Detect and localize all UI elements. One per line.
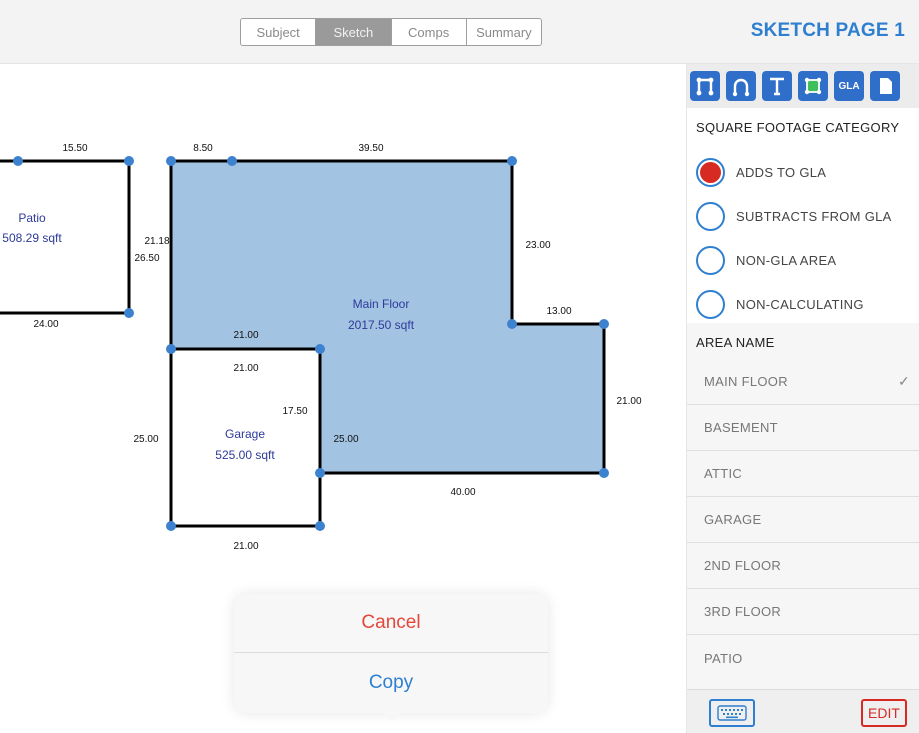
tab-comps[interactable]: Comps (392, 19, 467, 45)
category-label: NON-GLA AREA (736, 252, 837, 268)
area-item-2nd-floor[interactable]: 2ND FLOOR (687, 543, 919, 589)
area-item-label: 2ND FLOOR (704, 558, 782, 573)
tab-sketch[interactable]: Sketch (316, 19, 392, 45)
panel-bottom-bar: EDIT (687, 689, 919, 733)
tool-bar: GLA (687, 64, 919, 108)
area-item-patio[interactable]: PATIO (687, 635, 919, 681)
dim-patio-bottom: 24.00 (33, 319, 58, 330)
room-name-main-floor: Main Floor (353, 297, 410, 311)
page-icon[interactable] (870, 71, 900, 101)
area-item-label: GARAGE (704, 512, 762, 527)
dim-garage-top-inner: 21.00 (233, 363, 258, 374)
category-option-subtracts-from-gla[interactable]: SUBTRACTS FROM GLA (687, 194, 919, 238)
dim-main-top-b: 39.50 (358, 143, 383, 154)
dim-patio-top: 15.50 (62, 143, 87, 154)
arc-tool-icon[interactable] (726, 71, 756, 101)
radio-selected-icon[interactable] (696, 157, 725, 187)
dim-main-top-a: 8.50 (193, 143, 213, 154)
properties-panel: GLA SQUARE FOOTAGE CATEGORY ADDS TO GLA … (686, 64, 919, 733)
copy-button[interactable]: Copy (234, 653, 548, 712)
room-name-patio: Patio (18, 211, 46, 225)
category-label: NON-CALCULATING (736, 296, 864, 312)
area-item-label: MAIN FLOOR (704, 374, 788, 389)
dim-main-right-upper: 23.00 (525, 240, 550, 251)
area-item-3rd-floor[interactable]: 3RD FLOOR (687, 589, 919, 635)
polyline-tool-icon[interactable] (690, 71, 720, 101)
top-bar: Subject Sketch Comps Summary SKETCH PAGE… (0, 0, 919, 64)
cancel-button[interactable]: Cancel (234, 594, 548, 653)
dim-main-step: 13.00 (546, 306, 571, 317)
area-item-basement[interactable]: BASEMENT (687, 405, 919, 451)
category-option-non-calculating[interactable]: NON-CALCULATING (687, 282, 919, 326)
area-tool-icon[interactable] (798, 71, 828, 101)
category-section-title: SQUARE FOOTAGE CATEGORY (696, 120, 900, 135)
area-item-label: 3RD FLOOR (704, 604, 782, 619)
text-tool-icon[interactable] (762, 71, 792, 101)
dim-garage-right: 17.50 (282, 406, 307, 417)
edit-button[interactable]: EDIT (861, 699, 907, 727)
dim-main-right-lower: 21.00 (616, 396, 641, 407)
category-label: ADDS TO GLA (736, 164, 827, 180)
area-section-title: AREA NAME (696, 335, 775, 350)
category-option-non-gla-area[interactable]: NON-GLA AREA (687, 238, 919, 282)
category-option-adds-to-gla[interactable]: ADDS TO GLA (687, 150, 919, 194)
dim-main-bottom: 40.00 (450, 487, 475, 498)
gla-tool-button[interactable]: GLA (834, 71, 864, 101)
room-name-garage: Garage (225, 427, 265, 441)
area-item-main-floor[interactable]: MAIN FLOOR ✓ (687, 359, 919, 405)
action-sheet: Cancel Copy (234, 594, 548, 722)
category-label: SUBTRACTS FROM GLA (736, 208, 892, 224)
area-item-label: ATTIC (704, 466, 743, 481)
dim-patio-right-a: 21.18 (144, 236, 169, 247)
dim-garage-bottom: 21.00 (233, 541, 258, 552)
room-area-garage: 525.00 sqft (215, 448, 275, 462)
area-item-label: PATIO (704, 650, 743, 666)
area-item-attic[interactable]: ATTIC (687, 451, 919, 497)
page-title: SKETCH PAGE 1 (750, 20, 905, 41)
radio-unselected-icon[interactable] (696, 201, 725, 231)
room-area-main-floor: 2017.50 sqft (348, 318, 415, 332)
tab-summary[interactable]: Summary (467, 19, 541, 45)
popover-arrow (382, 712, 402, 722)
radio-unselected-icon[interactable] (696, 245, 725, 275)
radio-unselected-icon[interactable] (696, 289, 725, 319)
keyboard-button[interactable] (709, 699, 755, 727)
dim-main-inner: 25.00 (333, 434, 358, 445)
area-item-label: BASEMENT (704, 420, 778, 435)
dim-patio-right-b: 26.50 (134, 253, 159, 264)
keyboard-icon (717, 705, 747, 721)
tab-subject[interactable]: Subject (241, 19, 317, 45)
dim-garage-top-outer: 21.00 (233, 330, 258, 341)
area-item-garage[interactable]: GARAGE (687, 497, 919, 543)
section-tabs: Subject Sketch Comps Summary (240, 18, 542, 46)
radio-dot-icon (700, 161, 721, 183)
checkmark-icon: ✓ (897, 373, 910, 389)
area-name-section: AREA NAME MAIN FLOOR ✓ BASEMENT ATTIC GA… (687, 323, 919, 689)
room-area-patio: 508.29 sqft (2, 231, 62, 245)
dim-garage-left: 25.00 (133, 434, 158, 445)
